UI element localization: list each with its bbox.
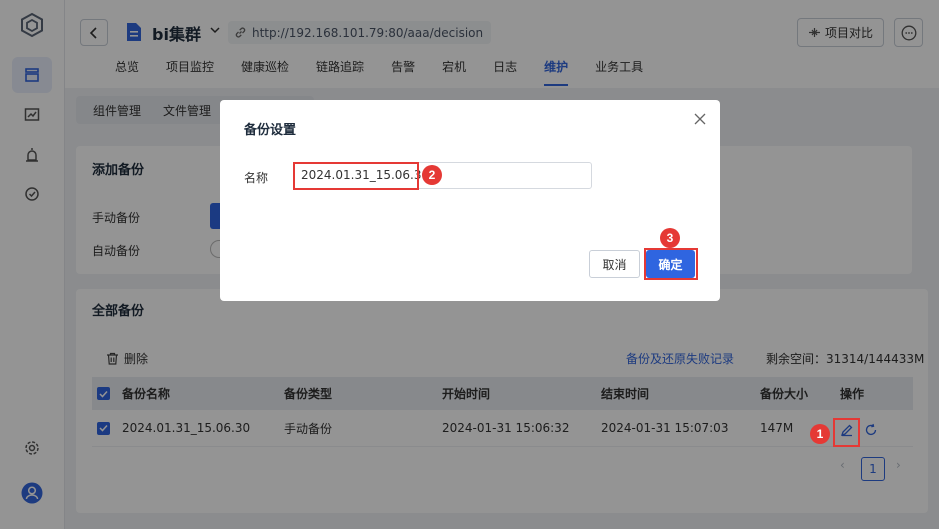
close-icon[interactable] <box>693 112 707 126</box>
highlight-name-input <box>293 162 419 190</box>
backup-settings-modal: 备份设置 名称 2024.01.31_15.06.30 2 3 取消 确定 <box>220 100 720 301</box>
name-label: 名称 <box>244 171 269 185</box>
ok-button[interactable]: 确定 <box>646 250 695 278</box>
highlight-edit-icon <box>833 418 860 447</box>
modal-title: 备份设置 <box>244 123 297 138</box>
step-badge-2: 2 <box>422 165 442 185</box>
step-badge-3: 3 <box>660 228 680 248</box>
step-badge-1: 1 <box>810 424 830 444</box>
cancel-button[interactable]: 取消 <box>589 250 640 278</box>
